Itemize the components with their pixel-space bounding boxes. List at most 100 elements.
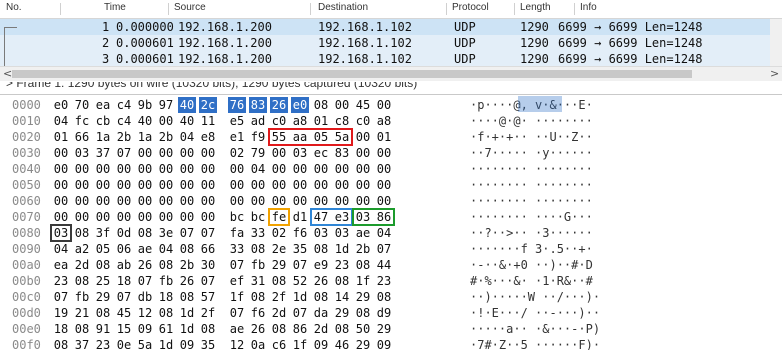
hex-byte[interactable]: 2c: [199, 97, 217, 113]
hex-byte[interactable]: 2b: [115, 129, 133, 145]
hex-byte[interactable]: 00: [270, 145, 288, 161]
hex-byte[interactable]: 03: [52, 225, 70, 241]
hex-byte[interactable]: 2b: [354, 241, 372, 257]
hex-byte[interactable]: 00: [199, 209, 217, 225]
ascii-column[interactable]: ·!·E···/ ··-···)··: [470, 305, 600, 321]
hex-byte[interactable]: 03: [291, 145, 309, 161]
ascii-column[interactable]: ········ ····G···: [470, 209, 593, 225]
hex-byte[interactable]: 00: [52, 209, 70, 225]
hex-byte[interactable]: 00: [270, 193, 288, 209]
hex-byte[interactable]: ae: [354, 225, 372, 241]
scroll-right-icon[interactable]: >: [770, 67, 779, 81]
ascii-column[interactable]: ········ ········: [470, 193, 593, 209]
hex-byte[interactable]: 2d: [312, 321, 330, 337]
hex-byte[interactable]: 35: [291, 241, 309, 257]
hex-byte[interactable]: 01: [375, 129, 393, 145]
hex-byte[interactable]: 00: [94, 209, 112, 225]
hex-byte[interactable]: 40: [136, 113, 154, 129]
hex-byte[interactable]: 52: [291, 273, 309, 289]
hex-byte[interactable]: 29: [270, 257, 288, 273]
hex-byte[interactable]: 00: [157, 177, 175, 193]
hex-byte[interactable]: 23: [333, 257, 351, 273]
hex-byte[interactable]: 1f: [291, 337, 309, 350]
hex-byte[interactable]: 00: [270, 161, 288, 177]
hex-byte[interactable]: 12: [228, 337, 246, 350]
hex-byte[interactable]: 5a: [136, 337, 154, 350]
hex-byte[interactable]: 23: [94, 337, 112, 350]
hex-byte[interactable]: c4: [115, 113, 133, 129]
hex-byte[interactable]: 79: [249, 145, 267, 161]
hex-byte[interactable]: ae: [136, 241, 154, 257]
hex-byte[interactable]: 00: [333, 97, 351, 113]
hex-byte[interactable]: 00: [354, 129, 372, 145]
hex-byte[interactable]: 1f: [228, 289, 246, 305]
hex-byte[interactable]: db: [136, 289, 154, 305]
hex-byte[interactable]: 00: [312, 177, 330, 193]
hex-byte[interactable]: e0: [291, 97, 309, 113]
hex-byte[interactable]: aa: [291, 129, 309, 145]
hex-byte[interactable]: 09: [178, 337, 196, 350]
hex-byte[interactable]: 07: [52, 289, 70, 305]
hex-byte[interactable]: 08: [136, 225, 154, 241]
hex-byte[interactable]: 09: [375, 337, 393, 350]
hex-byte[interactable]: fa: [228, 225, 246, 241]
hex-byte[interactable]: 08: [249, 289, 267, 305]
hex-byte[interactable]: 01: [52, 129, 70, 145]
hex-byte[interactable]: 00: [94, 177, 112, 193]
hex-byte[interactable]: a2: [73, 241, 91, 257]
hex-byte[interactable]: 29: [375, 321, 393, 337]
hex-byte[interactable]: 00: [249, 177, 267, 193]
hex-byte[interactable]: 08: [157, 305, 175, 321]
hex-byte[interactable]: 29: [94, 289, 112, 305]
ascii-column[interactable]: ··)·····W ··/···)·: [470, 289, 600, 305]
hex-byte[interactable]: e8: [199, 129, 217, 145]
hex-byte[interactable]: 37: [73, 337, 91, 350]
ascii-column[interactable]: ··?··>·· ·3······: [470, 225, 593, 241]
hex-byte[interactable]: 02: [270, 225, 288, 241]
hex-byte[interactable]: 00: [228, 177, 246, 193]
ascii-column[interactable]: ········ ········: [470, 161, 593, 177]
hex-byte[interactable]: 00: [157, 113, 175, 129]
hex-byte[interactable]: 40: [178, 113, 196, 129]
hex-byte[interactable]: ea: [52, 257, 70, 273]
hex-byte[interactable]: 08: [52, 337, 70, 350]
hex-byte[interactable]: 00: [199, 161, 217, 177]
hex-byte[interactable]: 25: [94, 273, 112, 289]
hex-byte[interactable]: 00: [312, 161, 330, 177]
hex-byte[interactable]: 0e: [115, 337, 133, 350]
col-time[interactable]: Time: [104, 2, 126, 13]
packet-row[interactable]: 2 0.000601 192.168.1.200 192.168.1.102 U…: [0, 35, 770, 51]
hex-byte[interactable]: 00: [115, 177, 133, 193]
hex-byte[interactable]: 00: [354, 145, 372, 161]
hex-byte[interactable]: 1a: [94, 129, 112, 145]
hex-byte[interactable]: 00: [333, 177, 351, 193]
hex-byte[interactable]: 3e: [157, 225, 175, 241]
hex-byte[interactable]: 00: [157, 209, 175, 225]
hex-byte[interactable]: 00: [375, 97, 393, 113]
ascii-column[interactable]: ·p····@, v·&···E·: [470, 97, 593, 113]
hex-byte[interactable]: 2f: [199, 305, 217, 321]
hex-byte[interactable]: 08: [94, 305, 112, 321]
hex-byte[interactable]: 55: [270, 129, 288, 145]
hex-byte[interactable]: 33: [228, 241, 246, 257]
hex-byte[interactable]: fb: [249, 257, 267, 273]
hex-byte[interactable]: 07: [228, 305, 246, 321]
hex-byte[interactable]: 09: [136, 321, 154, 337]
hex-byte[interactable]: 00: [228, 193, 246, 209]
hex-byte[interactable]: 3f: [94, 225, 112, 241]
hex-byte[interactable]: 08: [270, 273, 288, 289]
col-info[interactable]: Info: [580, 2, 597, 13]
hex-byte[interactable]: 08: [354, 305, 372, 321]
col-protocol[interactable]: Protocol: [452, 2, 489, 13]
hex-byte[interactable]: 00: [94, 193, 112, 209]
hex-byte[interactable]: 21: [73, 305, 91, 321]
ascii-column[interactable]: ··7····· ·y······: [470, 145, 593, 161]
hex-byte[interactable]: 07: [291, 305, 309, 321]
hex-byte[interactable]: 00: [178, 145, 196, 161]
hex-byte[interactable]: 08: [178, 241, 196, 257]
hex-byte[interactable]: 00: [115, 193, 133, 209]
hex-byte[interactable]: 00: [291, 193, 309, 209]
hex-byte[interactable]: 26: [312, 273, 330, 289]
hex-byte[interactable]: 08: [73, 321, 91, 337]
hex-byte[interactable]: e5: [228, 113, 246, 129]
